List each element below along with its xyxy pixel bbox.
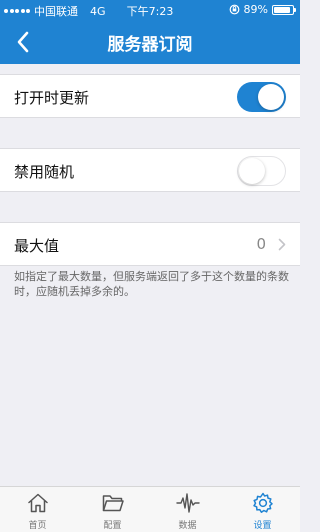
tab-bar: 首页 配置 数据 设置 bbox=[0, 486, 300, 532]
open-update-toggle[interactable] bbox=[237, 82, 286, 112]
nav-bar: 服务器订阅 bbox=[0, 20, 300, 64]
tab-data-label: 数据 bbox=[178, 521, 197, 531]
disable-random-toggle[interactable] bbox=[237, 156, 286, 186]
status-bar: 中国联通 4G 下午7:23 89% bbox=[0, 0, 300, 20]
tab-config-label: 配置 bbox=[103, 521, 122, 531]
max-value-row[interactable]: 最大值 0 bbox=[0, 222, 300, 266]
battery-percent: 89% bbox=[243, 3, 268, 16]
status-right: 89% bbox=[229, 3, 296, 16]
max-value: 0 bbox=[256, 235, 266, 253]
open-update-row: 打开时更新 bbox=[0, 74, 300, 118]
chevron-right-icon bbox=[278, 238, 286, 251]
tab-data[interactable]: 数据 bbox=[150, 487, 225, 532]
waveform-icon bbox=[175, 493, 200, 513]
tab-home-label: 首页 bbox=[28, 521, 47, 531]
tab-config[interactable]: 配置 bbox=[75, 487, 150, 532]
battery-icon bbox=[272, 4, 296, 15]
tab-settings[interactable]: 设置 bbox=[225, 487, 300, 532]
disable-random-row: 禁用随机 bbox=[0, 148, 300, 192]
tab-home[interactable]: 首页 bbox=[0, 487, 75, 532]
disable-random-label: 禁用随机 bbox=[14, 163, 75, 181]
header: 中国联通 4G 下午7:23 89% 服务器订阅 bbox=[0, 0, 300, 64]
max-value-note: 如指定了最大数量，但服务端返回了多于这个数量的条数时，应随机丢掉多余的。 bbox=[14, 270, 289, 298]
folder-icon bbox=[102, 495, 124, 512]
home-icon bbox=[27, 493, 48, 513]
open-update-label: 打开时更新 bbox=[14, 89, 90, 107]
orientation-lock-icon bbox=[229, 4, 239, 15]
battery-fill bbox=[274, 6, 291, 13]
toggle-knob bbox=[258, 84, 284, 110]
tab-settings-label: 设置 bbox=[253, 521, 272, 531]
gear-icon bbox=[252, 492, 273, 513]
toggle-knob bbox=[239, 158, 265, 184]
max-value-label: 最大值 bbox=[14, 237, 60, 255]
page-title: 服务器订阅 bbox=[107, 35, 193, 55]
